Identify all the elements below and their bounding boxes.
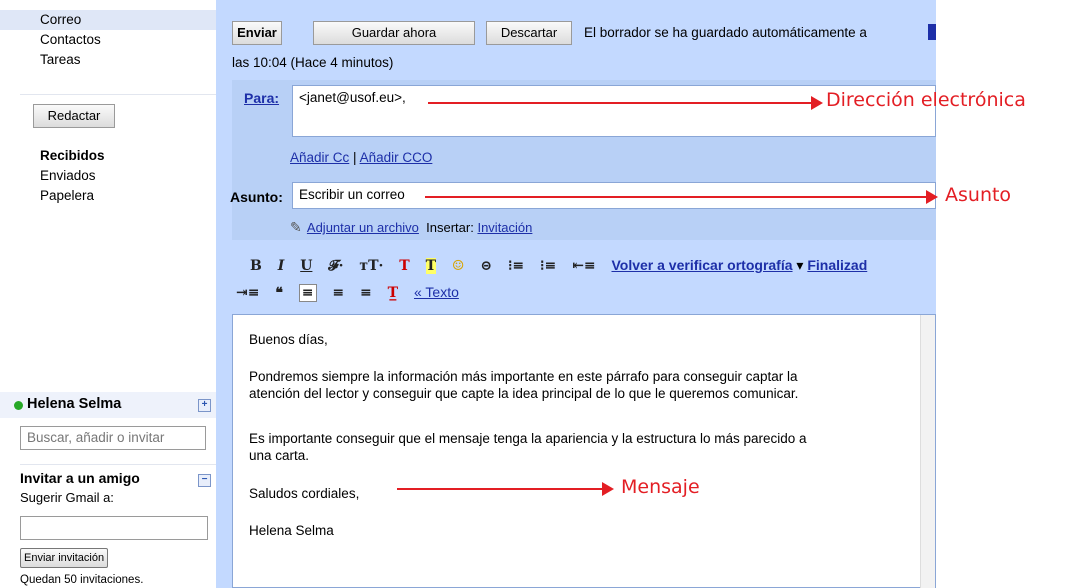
add-cc-link[interactable]: Añadir Cc [290,150,349,165]
divider [20,94,216,95]
quote-icon[interactable]: ❝ [275,285,283,301]
folder-inbox[interactable]: Recibidos [0,146,216,166]
font-size-icon[interactable]: тT· [359,258,383,274]
add-cc-row: Añadir Cc | Añadir CCO [290,150,432,165]
discard-button[interactable]: Descartar [486,21,572,45]
invite-title: Invitar a un amigo [20,470,140,486]
autosave-time: las 10:04 (Hace 4 minutos) [232,55,394,70]
app-nav: Correo Contactos Tareas [0,10,216,70]
message-line: Helena Selma [249,523,334,538]
nav-tasks[interactable]: Tareas [0,50,216,70]
chat-search-input[interactable]: Buscar, añadir o invitar [20,426,206,450]
send-button[interactable]: Enviar [232,21,282,45]
online-status-icon [14,401,23,410]
nav-contacts[interactable]: Contactos [0,30,216,50]
message-body[interactable]: Buenos días, Pondremos siempre la inform… [232,314,936,588]
message-arrow [397,488,604,490]
send-invite-button[interactable]: Enviar invitación [20,548,109,568]
chat-panel: Helena Selma + Buscar, añadir o invitar … [0,392,216,588]
align-right-icon[interactable]: ≡ [360,285,372,301]
formatting-toolbar-2: ⇥≡ ❝ ≡ ≡ ≡ T̲ « Texto [236,284,459,302]
emoticon-icon[interactable]: ☺ [452,258,465,274]
message-line: Pondremos siempre la información más imp… [249,369,798,384]
align-center-icon[interactable]: ≡ [332,285,344,301]
invite-subtitle: Sugerir Gmail a: [20,490,114,505]
chat-expand-icon[interactable]: + [198,399,211,412]
message-line: Saludos cordiales, [249,486,360,501]
outdent-icon[interactable]: ⇤≡ [572,258,595,274]
message-arrowhead [602,482,614,496]
highlight-icon[interactable]: T [425,258,436,274]
link-icon[interactable]: ⊝ [480,258,492,274]
insert-label: Insertar: [426,220,474,235]
message-line: una carta. [249,448,310,463]
plain-text-link[interactable]: « Texto [414,284,459,300]
compose-button[interactable]: Redactar [33,104,115,128]
font-icon[interactable]: 𝓕· [328,258,343,274]
paperclip-icon: ✎ [290,219,302,235]
address-annotation: Dirección electrónica [826,89,1026,111]
align-left-icon[interactable]: ≡ [298,284,317,302]
chat-user-name[interactable]: Helena Selma [27,396,121,412]
nav-mail[interactable]: Correo [0,10,216,30]
invites-remaining: Quedan 50 invitaciones. [20,574,144,586]
subject-arrow [425,196,928,198]
message-annotation: Mensaje [621,476,700,498]
spellcheck-link[interactable]: Volver a verificar ortografía [611,257,792,273]
text-color-icon[interactable]: T [399,258,409,274]
folder-sent[interactable]: Enviados [0,166,216,186]
add-bcc-link[interactable]: Añadir CCO [360,150,433,165]
folder-trash[interactable]: Papelera [0,186,216,206]
invite-collapse-icon[interactable]: − [198,474,211,487]
to-label[interactable]: Para: [244,90,279,106]
message-line: Es importante conseguir que el mensaje t… [249,431,807,446]
chat-header: Helena Selma + [0,392,216,418]
numbered-list-icon[interactable]: ⁝≡ [508,258,524,274]
invite-email-field[interactable] [20,516,208,540]
spellcheck-dropdown-icon[interactable]: ▾ [796,257,803,273]
formatting-toolbar: B I U 𝓕· тT· T T ☺ ⊝ ⁝≡ ⁝≡ ⇤≡ Volver a v… [250,257,867,274]
message-line: atención del lector y conseguir que capt… [249,386,799,401]
underline-button[interactable]: U [300,258,312,274]
autosave-text: El borrador se ha guardado automáticamen… [584,25,867,40]
save-button[interactable]: Guardar ahora [313,21,475,45]
message-line: Buenos días, [249,332,328,347]
folder-list: Recibidos Enviados Papelera [0,146,216,206]
message-scrollbar[interactable] [920,315,935,588]
finish-link[interactable]: Finalizad [807,257,867,273]
sidebar: Correo Contactos Tareas Redactar Recibid… [0,0,216,588]
cc-separator: | [353,150,357,165]
attach-file-link[interactable]: Adjuntar un archivo [307,220,419,235]
subject-arrowhead [926,190,938,204]
address-arrow [428,102,813,104]
draft-icon [928,24,936,40]
clear-format-icon[interactable]: T̲ [388,285,398,301]
divider [20,464,216,465]
attach-row: ✎ Adjuntar un archivo Insertar: Invitaci… [290,219,532,236]
bold-button[interactable]: B [250,258,262,274]
insert-invitation-link[interactable]: Invitación [477,220,532,235]
subject-annotation: Asunto [945,184,1012,206]
bulleted-list-icon[interactable]: ⁝≡ [540,258,556,274]
subject-label: Asunto: [230,189,283,205]
italic-button[interactable]: I [278,258,285,274]
indent-icon[interactable]: ⇥≡ [236,285,259,301]
address-arrowhead [811,96,823,110]
